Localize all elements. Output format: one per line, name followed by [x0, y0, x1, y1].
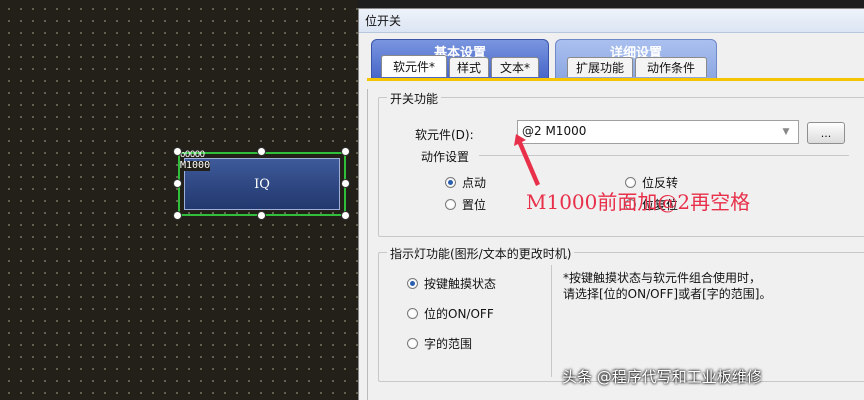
tab-action-condition[interactable]: 动作条件 — [635, 57, 707, 77]
tab-style[interactable]: 样式 — [449, 57, 489, 77]
resize-handle-bl[interactable] — [173, 211, 182, 220]
resize-handle-tr[interactable] — [341, 147, 350, 156]
browse-device-button[interactable]: ... — [807, 122, 845, 144]
indicator-divider — [551, 265, 552, 377]
screen-editor-canvas[interactable]: IQ oOOOO M1000 — [0, 0, 358, 400]
indicator-note-line1: *按键触摸状态与软元件组合使用时， — [563, 271, 762, 285]
device-input[interactable]: @2 M1000 — [517, 120, 799, 144]
radio-bit-on-off-label: 位的ON/OFF — [424, 307, 494, 321]
tab-content-panel: 开关功能 软元件(D): @2 M1000 ▼ ... 动作设置 点动 位反转 … — [367, 89, 864, 400]
radio-word-range-label: 字的范围 — [424, 337, 473, 351]
dialog-titlebar[interactable]: 位开关 — [359, 9, 864, 33]
tab-underline — [367, 78, 864, 81]
radio-bit-on-off[interactable]: 位的ON/OFF — [407, 305, 494, 322]
radio-set-label: 置位 — [462, 198, 487, 212]
object-label: IQ — [254, 176, 270, 192]
annotation-arrow-icon — [514, 134, 540, 186]
resize-handle-l[interactable] — [173, 179, 182, 188]
chevron-down-icon[interactable]: ▼ — [777, 124, 795, 140]
resize-handle-tl[interactable] — [173, 147, 182, 156]
radio-dot-icon — [445, 177, 456, 188]
tab-text[interactable]: 文本* — [491, 57, 539, 77]
radio-dot-icon — [407, 278, 418, 289]
radio-dot-icon — [407, 308, 418, 319]
action-settings-title: 动作设置 — [421, 148, 474, 165]
resize-handle-t[interactable] — [257, 147, 266, 156]
indicator-function-group: 指示灯功能(图形/文本的更改时机) 按键触摸状态 位的ON/OFF 字的范围 *… — [378, 245, 864, 382]
radio-set[interactable]: 置位 — [445, 196, 486, 213]
radio-touch-state[interactable]: 按键触摸状态 — [407, 275, 496, 292]
object-tag-top: oOOOO — [180, 150, 205, 160]
device-label: 软元件(D): — [415, 128, 474, 142]
switch-function-group: 开关功能 软元件(D): @2 M1000 ▼ ... 动作设置 点动 位反转 … — [378, 90, 864, 237]
radio-momentary[interactable]: 点动 — [445, 174, 486, 191]
radio-momentary-label: 点动 — [462, 176, 487, 190]
tab-extended[interactable]: 扩展功能 — [567, 57, 633, 77]
tab-device[interactable]: 软元件* — [381, 55, 447, 77]
switch-function-title: 开关功能 — [387, 90, 442, 107]
radio-dot-icon — [407, 338, 418, 349]
object-device-tag: M1000 — [180, 160, 211, 171]
radio-word-range[interactable]: 字的范围 — [407, 335, 472, 352]
indicator-note-line2: 请选择[位的ON/OFF]或者[字的范围]。 — [563, 287, 772, 301]
indicator-function-title: 指示灯功能(图形/文本的更改时机) — [387, 245, 575, 262]
resize-handle-r[interactable] — [341, 179, 350, 188]
resize-handle-br[interactable] — [341, 211, 350, 220]
radio-dot-icon — [445, 199, 456, 210]
radio-touch-state-label: 按键触摸状态 — [424, 277, 497, 291]
annotation-text: M1000前面加@2再空格 — [526, 190, 751, 214]
watermark-text: 头条 @程序代写和工业板维修 — [562, 368, 762, 386]
resize-handle-b[interactable] — [257, 211, 266, 220]
dialog-title: 位开关 — [365, 14, 402, 28]
